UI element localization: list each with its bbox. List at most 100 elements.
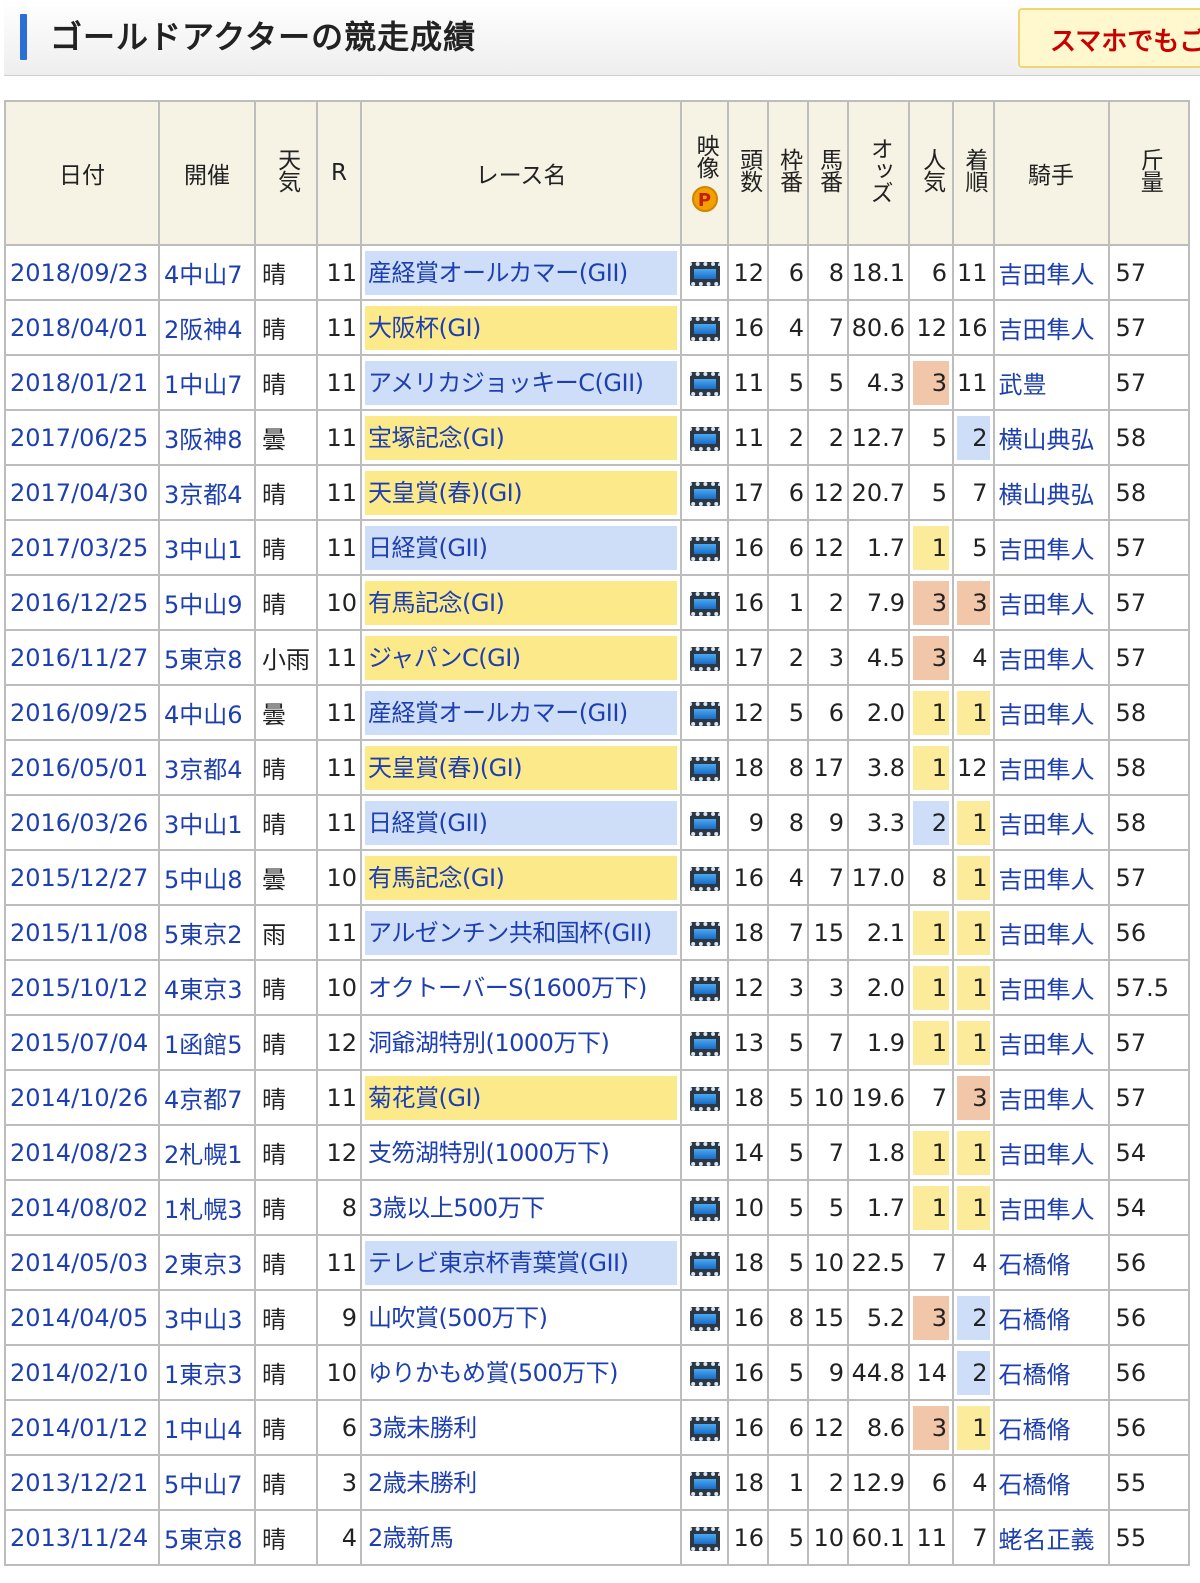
race-name-link[interactable]: 菊花賞(GI): [365, 1075, 677, 1120]
race-date-link[interactable]: 2016/03/26: [4, 794, 160, 851]
race-meeting-link[interactable]: 4中山7: [158, 244, 256, 301]
race-name-link[interactable]: アルゼンチン共和国杯(GII): [365, 910, 677, 955]
race-date-link[interactable]: 2018/01/21: [4, 354, 160, 411]
jockey-link[interactable]: 吉田隼人: [992, 959, 1110, 1016]
film-icon[interactable]: [689, 811, 720, 836]
race-meeting-link[interactable]: 1東京3: [158, 1344, 256, 1401]
race-meeting-link[interactable]: 1中山7: [158, 354, 256, 411]
film-icon[interactable]: [689, 646, 720, 671]
jockey-link[interactable]: 石橋脩: [992, 1344, 1110, 1401]
jockey-link[interactable]: 吉田隼人: [992, 1014, 1110, 1071]
race-name-link[interactable]: 産経賞オールカマー(GII): [365, 250, 677, 295]
race-date-link[interactable]: 2014/10/26: [4, 1069, 160, 1126]
race-name-link[interactable]: 宝塚記念(GI): [365, 415, 677, 460]
race-date-link[interactable]: 2015/11/08: [4, 904, 160, 961]
race-date-link[interactable]: 2016/05/01: [4, 739, 160, 796]
race-date-link[interactable]: 2014/04/05: [4, 1289, 160, 1346]
race-name-link[interactable]: ゆりかもめ賞(500万下): [365, 1351, 677, 1395]
race-meeting-link[interactable]: 4京都7: [158, 1069, 256, 1126]
race-date-link[interactable]: 2014/08/02: [4, 1179, 160, 1236]
race-date-link[interactable]: 2013/11/24: [4, 1509, 160, 1566]
film-icon[interactable]: [689, 866, 720, 891]
race-meeting-link[interactable]: 2東京3: [158, 1234, 256, 1291]
film-icon[interactable]: [689, 1141, 720, 1166]
jockey-link[interactable]: 武豊: [992, 354, 1110, 411]
film-icon[interactable]: [689, 1361, 720, 1386]
film-icon[interactable]: [689, 426, 720, 451]
race-meeting-link[interactable]: 3阪神8: [158, 409, 256, 466]
film-icon[interactable]: [689, 1251, 720, 1276]
race-meeting-link[interactable]: 3中山1: [158, 519, 256, 576]
smartphone-banner-button[interactable]: スマホでもご: [1018, 8, 1200, 68]
race-meeting-link[interactable]: 3中山1: [158, 794, 256, 851]
jockey-link[interactable]: 吉田隼人: [992, 1179, 1110, 1236]
race-meeting-link[interactable]: 4東京3: [158, 959, 256, 1016]
jockey-link[interactable]: 吉田隼人: [992, 299, 1110, 356]
race-name-link[interactable]: 天皇賞(春)(GI): [365, 470, 677, 515]
race-meeting-link[interactable]: 5東京8: [158, 629, 256, 686]
film-icon[interactable]: [689, 1196, 720, 1221]
race-name-link[interactable]: 3歳以上500万下: [365, 1186, 677, 1230]
jockey-link[interactable]: 吉田隼人: [992, 574, 1110, 631]
film-icon[interactable]: [689, 591, 720, 616]
race-meeting-link[interactable]: 3京都4: [158, 464, 256, 521]
film-icon[interactable]: [689, 536, 720, 561]
film-icon[interactable]: [689, 976, 720, 1001]
film-icon[interactable]: [689, 1306, 720, 1331]
race-date-link[interactable]: 2015/12/27: [4, 849, 160, 906]
race-meeting-link[interactable]: 3京都4: [158, 739, 256, 796]
race-name-link[interactable]: テレビ東京杯青葉賞(GII): [365, 1240, 677, 1285]
jockey-link[interactable]: 石橋脩: [992, 1399, 1110, 1456]
race-name-link[interactable]: 日経賞(GII): [365, 800, 677, 845]
race-name-link[interactable]: 有馬記念(GI): [365, 580, 677, 625]
race-date-link[interactable]: 2016/12/25: [4, 574, 160, 631]
film-icon[interactable]: [689, 371, 720, 396]
race-date-link[interactable]: 2017/03/25: [4, 519, 160, 576]
film-icon[interactable]: [689, 481, 720, 506]
race-meeting-link[interactable]: 5中山7: [158, 1454, 256, 1511]
race-name-link[interactable]: 産経賞オールカマー(GII): [365, 690, 677, 735]
jockey-link[interactable]: 吉田隼人: [992, 1069, 1110, 1126]
race-name-link[interactable]: ジャパンC(GI): [365, 635, 677, 680]
race-meeting-link[interactable]: 1函館5: [158, 1014, 256, 1071]
race-date-link[interactable]: 2014/01/12: [4, 1399, 160, 1456]
jockey-link[interactable]: 吉田隼人: [992, 684, 1110, 741]
race-name-link[interactable]: オクトーバーS(1600万下): [365, 966, 677, 1010]
jockey-link[interactable]: 吉田隼人: [992, 519, 1110, 576]
film-icon[interactable]: [689, 1416, 720, 1441]
jockey-link[interactable]: 吉田隼人: [992, 794, 1110, 851]
race-meeting-link[interactable]: 5東京8: [158, 1509, 256, 1566]
film-icon[interactable]: [689, 921, 720, 946]
film-icon[interactable]: [689, 261, 720, 286]
race-name-link[interactable]: 3歳未勝利: [365, 1406, 677, 1450]
race-meeting-link[interactable]: 5東京2: [158, 904, 256, 961]
jockey-link[interactable]: 吉田隼人: [992, 739, 1110, 796]
race-meeting-link[interactable]: 5中山8: [158, 849, 256, 906]
film-icon[interactable]: [689, 756, 720, 781]
race-name-link[interactable]: 2歳未勝利: [365, 1461, 677, 1505]
race-meeting-link[interactable]: 2阪神4: [158, 299, 256, 356]
jockey-link[interactable]: 石橋脩: [992, 1289, 1110, 1346]
jockey-link[interactable]: 吉田隼人: [992, 244, 1110, 301]
jockey-link[interactable]: 石橋脩: [992, 1234, 1110, 1291]
race-name-link[interactable]: アメリカジョッキーC(GII): [365, 360, 677, 405]
race-name-link[interactable]: 天皇賞(春)(GI): [365, 745, 677, 790]
film-icon[interactable]: [689, 316, 720, 341]
race-meeting-link[interactable]: 5中山9: [158, 574, 256, 631]
race-date-link[interactable]: 2014/08/23: [4, 1124, 160, 1181]
jockey-link[interactable]: 吉田隼人: [992, 1124, 1110, 1181]
race-date-link[interactable]: 2018/09/23: [4, 244, 160, 301]
race-date-link[interactable]: 2015/07/04: [4, 1014, 160, 1071]
film-icon[interactable]: [689, 1031, 720, 1056]
jockey-link[interactable]: 吉田隼人: [992, 904, 1110, 961]
jockey-link[interactable]: 石橋脩: [992, 1454, 1110, 1511]
race-meeting-link[interactable]: 1札幌3: [158, 1179, 256, 1236]
race-date-link[interactable]: 2016/11/27: [4, 629, 160, 686]
jockey-link[interactable]: 吉田隼人: [992, 849, 1110, 906]
race-date-link[interactable]: 2015/10/12: [4, 959, 160, 1016]
race-meeting-link[interactable]: 3中山3: [158, 1289, 256, 1346]
race-name-link[interactable]: 山吹賞(500万下): [365, 1296, 677, 1340]
jockey-link[interactable]: 横山典弘: [992, 409, 1110, 466]
race-date-link[interactable]: 2014/02/10: [4, 1344, 160, 1401]
jockey-link[interactable]: 蛯名正義: [992, 1509, 1110, 1566]
